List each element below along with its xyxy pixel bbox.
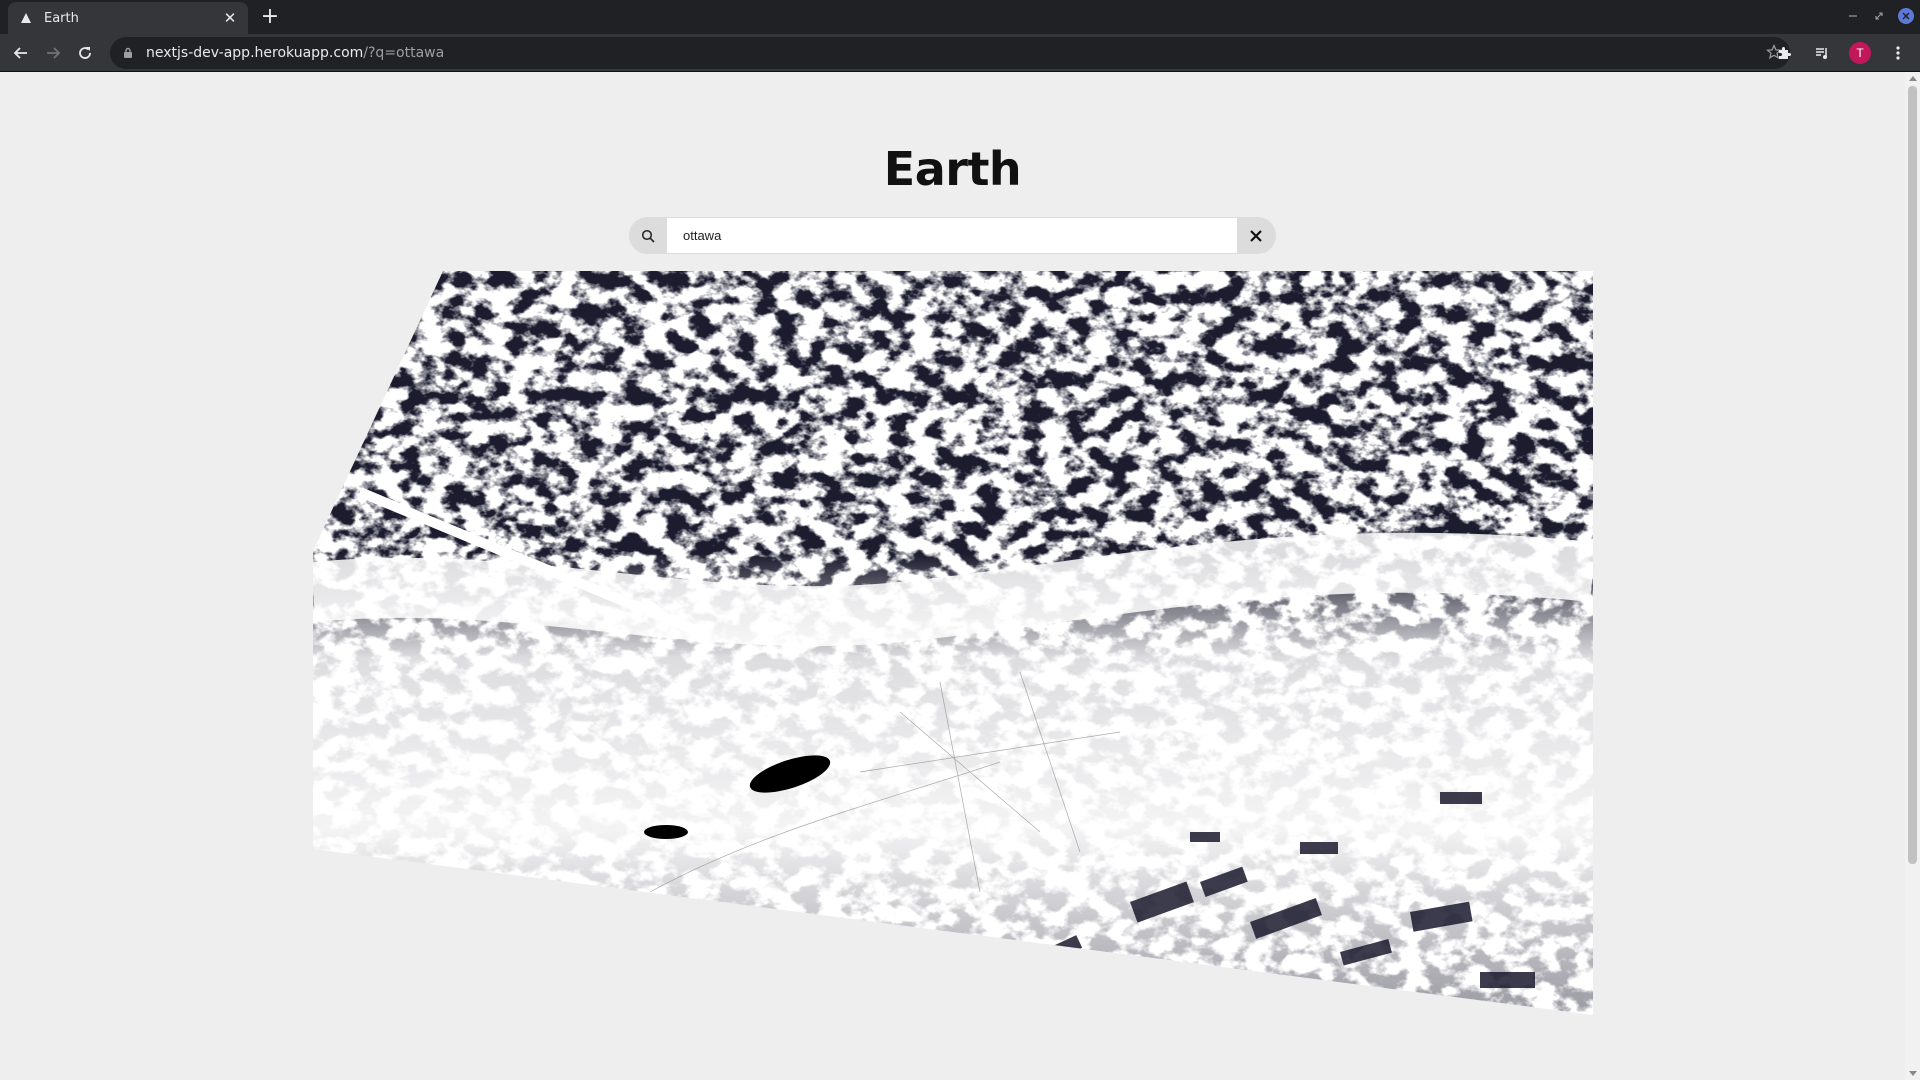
url-path: /?q=ottawa: [363, 45, 445, 61]
scroll-down-icon[interactable]: [1909, 1071, 1917, 1076]
url-host: nextjs-dev-app.herokuapp.com: [146, 45, 364, 61]
favicon-icon: [18, 10, 34, 26]
url-text: nextjs-dev-app.herokuapp.com/?q=ottawa: [146, 45, 444, 61]
scroll-thumb[interactable]: [1908, 86, 1917, 864]
browser-toolbar: nextjs-dev-app.herokuapp.com/?q=ottawa T: [0, 34, 1920, 72]
toolbar-actions: T: [1772, 41, 1910, 65]
tab-close-icon[interactable]: ✕: [222, 9, 238, 27]
minimize-icon[interactable]: [1846, 9, 1860, 23]
restore-icon[interactable]: [1872, 9, 1886, 23]
search-icon[interactable]: [629, 217, 667, 254]
reload-icon[interactable]: [73, 41, 97, 65]
search-input[interactable]: [667, 218, 1237, 253]
lake-shape: [644, 825, 688, 839]
forward-arrow-icon[interactable]: [41, 41, 65, 65]
search-bar: [629, 217, 1276, 254]
address-bar[interactable]: nextjs-dev-app.herokuapp.com/?q=ottawa: [110, 37, 1790, 69]
page-viewport: Earth: [0, 72, 1905, 1080]
scroll-up-icon[interactable]: [1909, 76, 1917, 81]
map-imagery: [313, 271, 1593, 1015]
profile-initial: T: [1849, 42, 1871, 64]
kebab-menu-icon[interactable]: [1886, 41, 1910, 65]
page-title: Earth: [883, 142, 1022, 196]
tab-strip: Earth ✕ +: [0, 0, 1920, 34]
lock-icon: [120, 45, 136, 61]
media-control-icon[interactable]: [1810, 41, 1834, 65]
new-tab-button[interactable]: +: [258, 6, 282, 30]
close-icon[interactable]: [1237, 217, 1275, 254]
window-controls: [1846, 8, 1914, 24]
vertical-scrollbar[interactable]: [1905, 72, 1920, 1080]
tab-title: Earth: [44, 10, 79, 26]
browser-tab[interactable]: Earth ✕: [8, 2, 248, 34]
avatar[interactable]: T: [1848, 41, 1872, 65]
back-arrow-icon[interactable]: [9, 41, 33, 65]
puzzle-icon[interactable]: [1772, 41, 1796, 65]
window-close-icon[interactable]: [1898, 8, 1914, 24]
